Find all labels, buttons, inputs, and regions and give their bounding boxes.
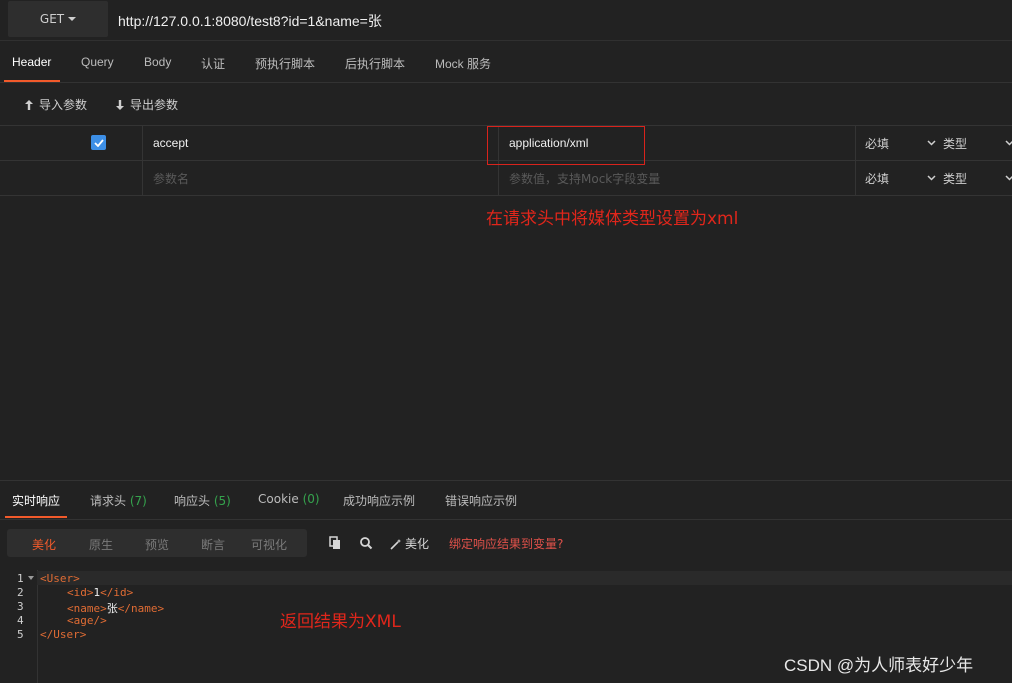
count-badge: (0) (302, 492, 320, 506)
fold-arrow-icon[interactable] (28, 576, 34, 580)
code-line: </User> (40, 628, 86, 641)
tab-label: Cookie (258, 492, 299, 506)
tab-label: 错误响应示例 (445, 494, 518, 508)
table-row: 参数名 参数值，支持Mock字段变量 必填 类型 (0, 161, 1012, 196)
chevron-down-icon (927, 175, 936, 181)
tab-request-headers[interactable]: 请求头 (7) (90, 492, 147, 509)
search-icon[interactable] (359, 536, 373, 550)
xml-tag: <id> (67, 586, 94, 599)
param-enabled-checkbox[interactable] (91, 135, 106, 150)
beautify-label: 美化 (405, 537, 430, 551)
tab-header[interactable]: Header (12, 55, 51, 69)
response-tabs: 实时响应 请求头 (7) 响应头 (5) Cookie (0) 成功响应示例 错… (0, 480, 1012, 520)
required-select[interactable]: 必填 (855, 126, 937, 160)
copy-icon[interactable] (328, 536, 342, 550)
tab-cookie[interactable]: Cookie (0) (258, 492, 320, 506)
tab-label: 请求头 (90, 494, 127, 508)
chevron-down-icon (927, 140, 936, 146)
code-line: <id>1</id> (67, 586, 133, 599)
type-select[interactable]: 类型 (943, 126, 1012, 160)
bind-response-link[interactable]: 绑定响应结果到变量? (449, 535, 563, 552)
export-params-label: 导出参数 (130, 98, 179, 112)
import-params-label: 导入参数 (39, 98, 88, 112)
line-gutter: 1 2 3 4 5 (0, 570, 38, 683)
tab-pre-script[interactable]: 预执行脚本 (255, 55, 315, 72)
tab-success-example[interactable]: 成功响应示例 (343, 492, 415, 509)
xml-tag: </User> (40, 628, 87, 641)
required-select[interactable]: 必填 (855, 161, 937, 195)
header-annotation: 在请求头中将媒体类型设置为xml (486, 209, 739, 229)
count-badge: (5) (213, 494, 231, 508)
chevron-down-icon (1005, 140, 1012, 146)
xml-tag: <User> (40, 572, 80, 585)
arrow-down-icon (116, 99, 124, 110)
view-assert[interactable]: 断言 (201, 536, 225, 553)
code-line: <User> (40, 572, 80, 585)
tab-live-response[interactable]: 实时响应 (12, 492, 60, 509)
magic-wand-icon (390, 538, 401, 550)
watermark: CSDN @为人师表好少年 (784, 656, 974, 675)
tab-label: 实时响应 (12, 494, 61, 508)
active-tab-indicator (5, 516, 67, 518)
export-params-button[interactable]: 导出参数 (115, 96, 178, 113)
count-badge: (7) (129, 494, 147, 508)
tab-label: 响应头 (174, 494, 211, 508)
line-number: 1 (17, 572, 24, 585)
beautify-button[interactable]: 美化 (390, 535, 429, 552)
view-raw[interactable]: 原生 (89, 536, 113, 553)
xml-tag: </name> (117, 602, 165, 615)
checkmark-icon (93, 138, 104, 147)
line-number: 5 (17, 628, 24, 641)
line-number: 4 (17, 614, 24, 627)
xml-value: 张 (106, 602, 118, 615)
tab-label: 成功响应示例 (343, 494, 416, 508)
type-label: 类型 (943, 171, 968, 186)
import-params-button[interactable]: 导入参数 (24, 96, 87, 113)
param-name-input[interactable]: 参数名 (142, 161, 498, 195)
view-pretty[interactable]: 美化 (32, 536, 56, 553)
request-tabs: Header Query Body 认证 预执行脚本 后执行脚本 Mock 服务 (0, 44, 1012, 83)
tab-mock[interactable]: Mock 服务 (435, 55, 491, 72)
param-value-placeholder: 参数值，支持Mock字段变量 (509, 171, 661, 186)
url-input[interactable]: http://127.0.0.1:8080/test8?id=1&name=张 (118, 11, 382, 31)
param-name: accept (153, 136, 189, 150)
highlight-box (487, 126, 645, 165)
active-line-highlight (37, 571, 1012, 585)
view-visualize[interactable]: 可视化 (251, 536, 287, 553)
result-annotation: 返回结果为XML (280, 612, 401, 632)
param-name-placeholder: 参数名 (153, 171, 190, 186)
arrow-up-icon (25, 99, 33, 110)
param-name-field[interactable]: accept (142, 126, 498, 160)
tab-body[interactable]: Body (144, 55, 171, 69)
tab-error-example[interactable]: 错误响应示例 (445, 492, 517, 509)
active-tab-indicator (4, 80, 60, 82)
type-select[interactable]: 类型 (943, 161, 1012, 195)
request-bar: GET http://127.0.0.1:8080/test8?id=1&nam… (0, 0, 1012, 41)
view-preview[interactable]: 预览 (145, 536, 169, 553)
param-value-input[interactable]: 参数值，支持Mock字段变量 (498, 161, 854, 195)
method-label: GET (39, 12, 65, 26)
tab-query[interactable]: Query (81, 55, 114, 69)
code-line: <age/> (67, 614, 107, 627)
line-number: 3 (17, 600, 24, 613)
required-label: 必填 (865, 136, 890, 151)
tab-auth[interactable]: 认证 (201, 55, 225, 72)
tab-response-headers[interactable]: 响应头 (5) (174, 492, 231, 509)
view-mode-switch: 美化 原生 预览 断言 可视化 (7, 529, 307, 557)
xml-tag: <age/> (67, 614, 107, 627)
caret-down-icon (68, 17, 77, 21)
chevron-down-icon (1005, 175, 1012, 181)
line-number: 2 (17, 586, 24, 599)
type-label: 类型 (943, 136, 968, 151)
xml-tag: </id> (100, 586, 134, 599)
method-select[interactable]: GET (8, 1, 108, 37)
tab-post-script[interactable]: 后执行脚本 (345, 55, 405, 72)
required-label: 必填 (865, 171, 890, 186)
